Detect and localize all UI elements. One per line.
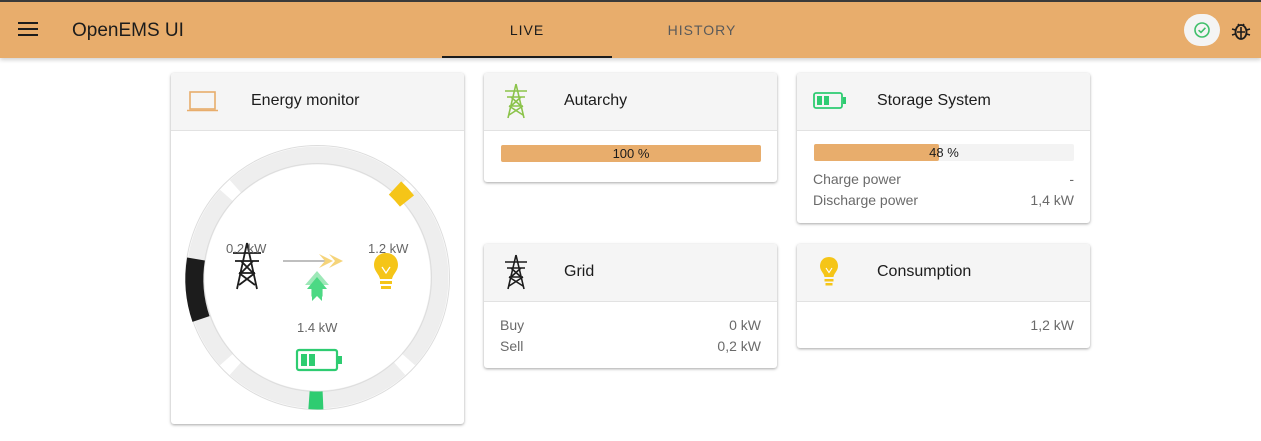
tab-history-label: HISTORY [667,22,737,38]
app-title: OpenEMS UI [72,20,184,41]
autarchy-progress-bar: 100 % [501,145,761,162]
tab-history[interactable]: HISTORY [617,2,787,58]
grid-buy-value: 0 kW [729,317,761,333]
transmission-tower-icon [505,254,527,290]
monitor-consumption-value: 1.2 kW [368,241,409,256]
grid-buy-label: Buy [500,317,525,333]
check-circle-icon [1194,22,1210,38]
consumption-card: Consumption 1,2 kW [797,244,1090,348]
charge-power-label: Charge power [813,171,901,187]
grid-header: Grid [484,244,777,302]
grid-card: Grid Buy 0 kW Sell 0,2 kW [484,244,777,368]
tab-live-label: LIVE [509,22,545,38]
top-toolbar: OpenEMS UI LIVE HISTORY [0,0,1261,58]
consumption-title: Consumption [877,263,972,280]
ring-segment-top [229,146,406,194]
autarchy-header: Autarchy [484,73,777,131]
storage-battery-icon [295,348,342,372]
menu-icon[interactable] [18,22,38,38]
bug-icon [1231,23,1251,40]
storage-system-header: Storage System [797,73,1090,131]
flow-arrow-to-consumption [283,254,343,268]
laptop-icon [187,91,218,112]
consumption-value: 1,2 kW [1030,317,1074,333]
consumption-header: Consumption [797,244,1090,302]
bug-report-button[interactable] [1230,18,1252,44]
grid-title: Grid [564,263,595,280]
ring-segment-right [401,189,449,366]
grid-ring-indicator [185,257,210,322]
flow-arrow-from-storage [305,271,329,301]
active-tab-indicator [442,56,612,58]
charge-power-value: - [1069,171,1074,187]
grid-sell-value: 0,2 kW [717,338,761,354]
grid-sell-label: Sell [500,338,524,354]
consumption-ring-indicator [388,181,415,207]
energy-monitor-card: Energy monitor 0.2 kW 1.2 kW 1.4 kW [171,73,464,424]
lightbulb-icon [820,257,838,286]
discharge-power-label: Discharge power [813,192,919,208]
storage-soc-label: 48 % [929,145,959,160]
energy-monitor-header: Energy monitor [171,73,464,131]
energy-monitor-title: Energy monitor [251,92,360,109]
autarchy-title: Autarchy [564,92,628,109]
storage-system-title: Storage System [877,92,991,109]
tab-live[interactable]: LIVE [442,2,612,58]
battery-icon [813,92,846,109]
transmission-tower-icon [505,83,527,119]
storage-system-card: Storage System 48 % Charge power - Disch… [797,73,1090,223]
autarchy-card: Autarchy 100 % [484,73,777,182]
discharge-power-value: 1,4 kW [1030,192,1074,208]
energy-flow-diagram [185,145,450,410]
monitor-storage-value: 1.4 kW [297,320,338,335]
storage-soc-progress-bar: 48 % [814,144,1074,161]
monitor-grid-value: 0.2 kW [226,241,267,256]
connection-status-button[interactable] [1184,14,1220,46]
consumption-bulb-icon [374,253,398,289]
autarchy-percent-label: 100 % [612,146,650,161]
